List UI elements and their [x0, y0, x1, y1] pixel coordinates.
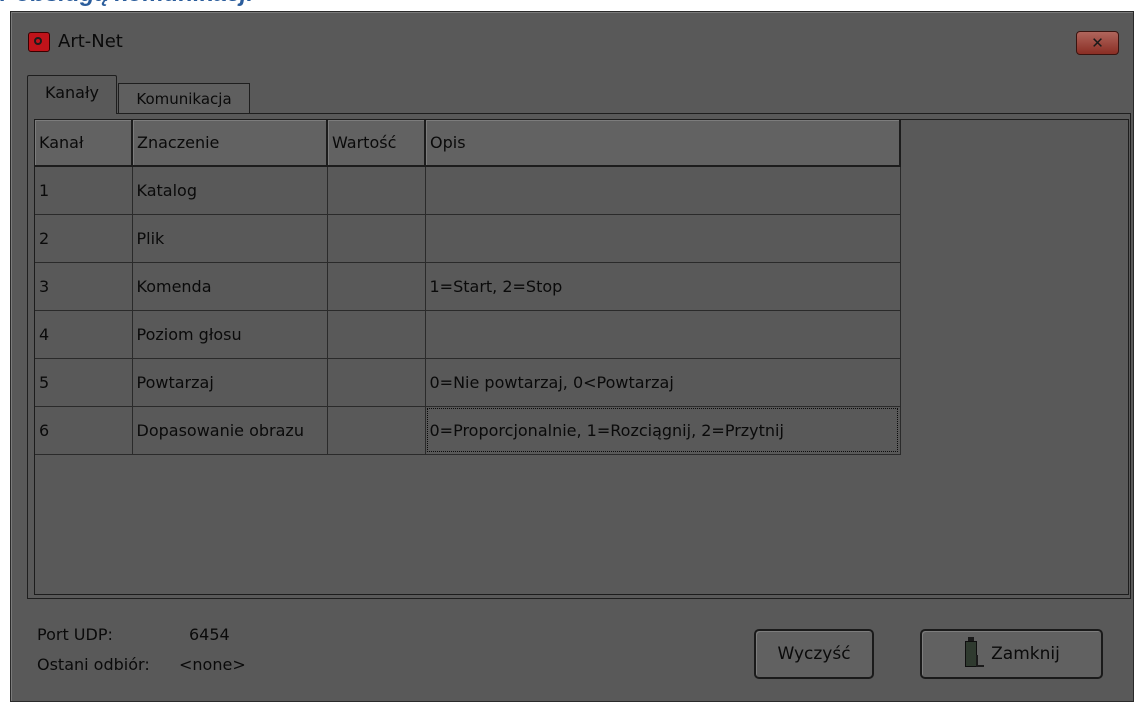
cell-value[interactable]	[327, 406, 426, 455]
tab-komunikacja[interactable]: Komunikacja	[118, 83, 250, 114]
cell-channel[interactable]: 6	[35, 406, 133, 455]
cell-description[interactable]	[425, 310, 901, 359]
udp-port-value: 6454	[189, 625, 230, 644]
channels-table: Kanał Znaczenie Wartość Opis 1 Katalog 2…	[35, 120, 901, 455]
cell-meaning[interactable]: Powtarzaj	[132, 358, 328, 407]
clear-button[interactable]: Wyczyść	[754, 629, 874, 679]
cell-description[interactable]: 0=Proporcjonalnie, 1=Rozciągnij, 2=Przyt…	[425, 406, 901, 455]
cell-description[interactable]: 1=Start, 2=Stop	[425, 262, 901, 311]
tab-kanaly[interactable]: Kanały	[27, 75, 117, 114]
cell-meaning[interactable]: Poziom głosu	[132, 310, 328, 359]
title-bar[interactable]: Art-Net ✕	[11, 12, 1133, 58]
cell-value[interactable]	[327, 214, 426, 263]
exit-door-icon	[963, 637, 985, 667]
cell-channel[interactable]: 4	[35, 310, 133, 359]
table-row[interactable]: 6 Dopasowanie obrazu 0=Proporcjonalnie, …	[35, 406, 901, 455]
channels-grid[interactable]: Kanał Znaczenie Wartość Opis 1 Katalog 2…	[34, 119, 1129, 595]
table-row[interactable]: 5 Powtarzaj 0=Nie powtarzaj, 0<Powtarzaj	[35, 358, 901, 407]
cell-description[interactable]: 0=Nie powtarzaj, 0<Powtarzaj	[425, 358, 901, 407]
window-close-button[interactable]: ✕	[1076, 31, 1119, 55]
cell-description[interactable]	[425, 214, 901, 263]
column-header-opis[interactable]: Opis	[425, 120, 901, 167]
udp-port-label: Port UDP:	[37, 625, 113, 644]
table-row[interactable]: 4 Poziom głosu	[35, 310, 901, 359]
cell-value[interactable]	[327, 358, 426, 407]
cell-meaning[interactable]: Komenda	[132, 262, 328, 311]
cell-meaning[interactable]: Katalog	[132, 166, 328, 215]
close-button-label: Zamknij	[991, 644, 1060, 664]
cell-channel[interactable]: 3	[35, 262, 133, 311]
close-button[interactable]: Zamknij	[920, 629, 1103, 679]
cell-channel[interactable]: 2	[35, 214, 133, 263]
udp-port-status: Port UDP: 6454	[37, 625, 230, 644]
cell-meaning[interactable]: Dopasowanie obrazu	[132, 406, 328, 455]
table-header-row: Kanał Znaczenie Wartość Opis	[35, 120, 901, 167]
cell-channel[interactable]: 1	[35, 166, 133, 215]
page-heading: r obsługą komunikacji	[0, 0, 253, 8]
window-title: Art-Net	[58, 31, 123, 52]
column-header-wartosc[interactable]: Wartość	[327, 120, 426, 167]
cell-value[interactable]	[327, 166, 426, 215]
app-logo-icon	[28, 32, 50, 52]
last-receive-value: <none>	[179, 655, 246, 674]
table-row[interactable]: 2 Plik	[35, 214, 901, 263]
cell-description[interactable]	[425, 166, 901, 215]
column-header-kanal[interactable]: Kanał	[35, 120, 133, 167]
table-row[interactable]: 3 Komenda 1=Start, 2=Stop	[35, 262, 901, 311]
last-receive-label: Ostani odbiór:	[37, 655, 150, 674]
cell-meaning[interactable]: Plik	[132, 214, 328, 263]
cell-channel[interactable]: 5	[35, 358, 133, 407]
table-row[interactable]: 1 Katalog	[35, 166, 901, 215]
cell-value[interactable]	[327, 310, 426, 359]
last-receive-status: Ostani odbiór: <none>	[37, 655, 246, 674]
column-header-znaczenie[interactable]: Znaczenie	[132, 120, 328, 167]
cell-value[interactable]	[327, 262, 426, 311]
art-net-window: Art-Net ✕ Kanały Komunikacja Kanał Znacz…	[10, 11, 1134, 702]
